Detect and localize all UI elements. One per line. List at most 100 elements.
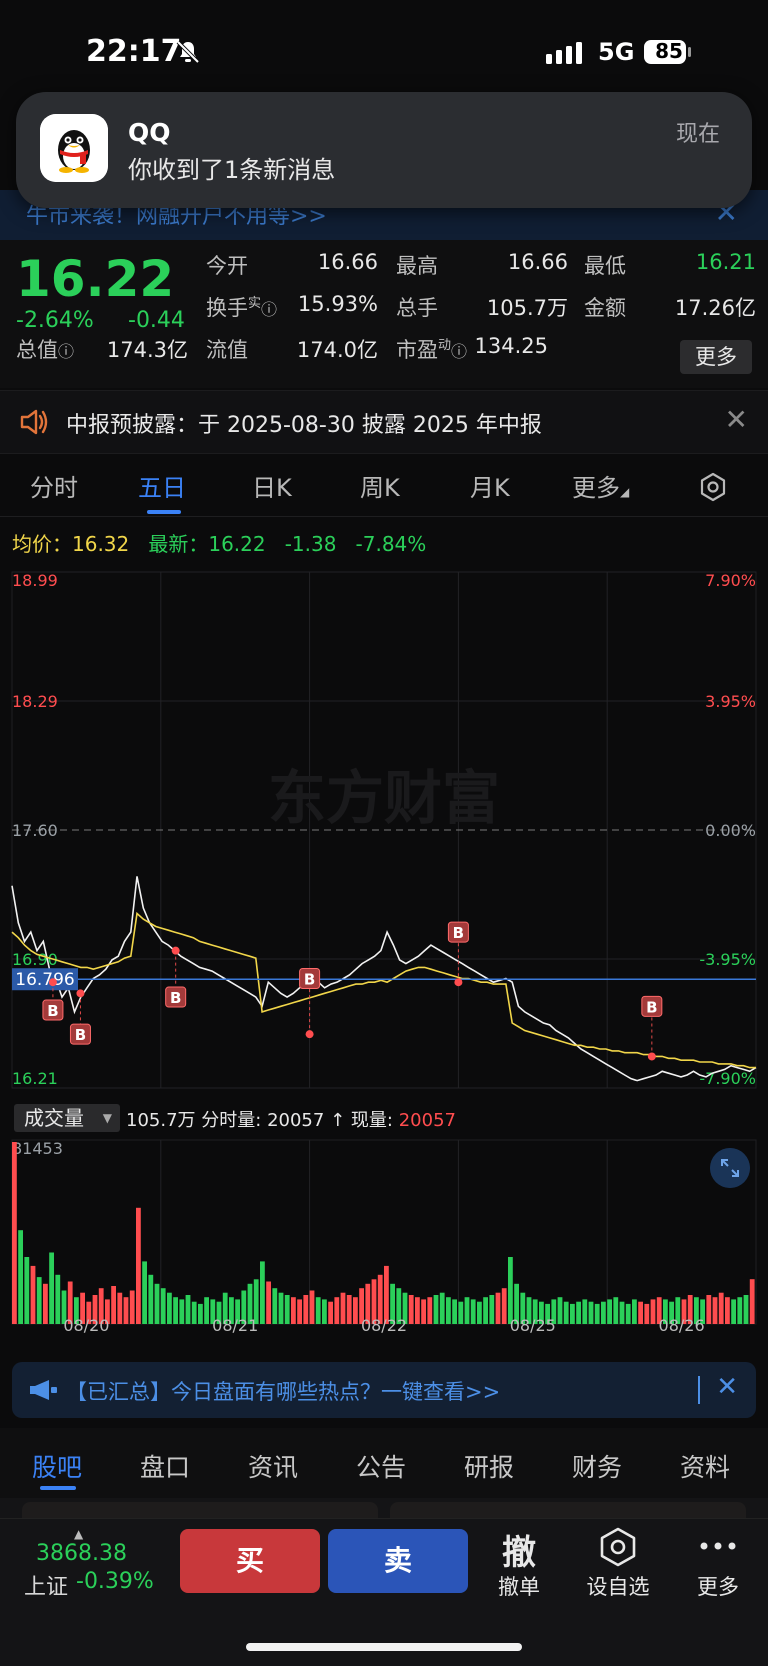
subtab-research[interactable]: 研报 <box>464 1448 514 1484</box>
tab-five-day[interactable]: 五日 <box>138 468 186 503</box>
volume-bar <box>458 1301 464 1324</box>
subtab-order-book[interactable]: 盘口 <box>140 1448 190 1484</box>
volume-bar <box>439 1292 445 1324</box>
volume-bar <box>340 1292 346 1324</box>
volume-bar <box>117 1292 123 1324</box>
subtab-forum[interactable]: 股吧 <box>32 1448 82 1484</box>
x-axis-day-label: 08/22 <box>361 1316 407 1334</box>
x-axis-day-label: 08/25 <box>510 1316 556 1334</box>
volume-bar <box>501 1288 507 1324</box>
trade-marker-dot <box>305 1030 314 1039</box>
speaker-icon <box>20 409 48 435</box>
subtab-financials[interactable]: 财务 <box>572 1448 622 1484</box>
status-time: 22:17 <box>86 34 182 69</box>
volume-bar <box>570 1303 575 1324</box>
announcement-close-icon[interactable]: ✕ <box>725 403 748 436</box>
volume-bar <box>309 1290 315 1324</box>
dropdown-caret-icon: ◢ <box>620 485 630 499</box>
subtab-news[interactable]: 资讯 <box>248 1448 298 1484</box>
more-dots-icon[interactable] <box>698 1539 738 1553</box>
quote-more-button[interactable]: 更多 <box>680 340 752 374</box>
triangle-up-icon: ▲ <box>74 1527 84 1541</box>
amount-label: 金额 <box>584 296 626 320</box>
volume-bar <box>712 1297 718 1324</box>
volume-bar <box>446 1297 451 1324</box>
volume-bar <box>297 1299 302 1324</box>
tab-intraday[interactable]: 分时 <box>30 468 78 503</box>
volume-bar <box>334 1297 340 1324</box>
volume-bar <box>477 1301 482 1324</box>
volume-bar <box>30 1265 36 1324</box>
notification-message: 你收到了1条新消息 <box>128 156 336 184</box>
latest-label: 最新： <box>148 532 209 556</box>
market-cap-value: 174.3亿 <box>106 338 188 362</box>
volume-bar <box>24 1257 30 1324</box>
subtab-announcements[interactable]: 公告 <box>356 1448 406 1484</box>
volume-bar <box>272 1288 278 1324</box>
volume-bar <box>266 1281 271 1324</box>
trade-marker-label: B <box>646 998 657 1016</box>
trade-marker-label: B <box>453 924 464 942</box>
chevron-down-icon: ▼ <box>102 1111 112 1125</box>
content-tabs: 股吧 盘口 资讯 公告 研报 财务 资料 <box>0 1428 768 1498</box>
hotspot-promo[interactable]: 【已汇总】今日盘面有哪些热点？一键查看>> ✕ <box>12 1362 756 1418</box>
five-day-price-chart[interactable]: 东方财富18.99 7.90%18.29 3.95%17.60 0.00%16.90-… <box>0 560 768 1100</box>
tab-monthly-k[interactable]: 月K <box>470 468 510 503</box>
add-watchlist-icon[interactable] <box>598 1527 638 1567</box>
up-arrow-icon: ↑ <box>330 1110 346 1131</box>
volume-bar <box>179 1299 185 1324</box>
volume-bar <box>278 1292 284 1324</box>
cancel-order-icon[interactable]: 撤 <box>495 1525 543 1573</box>
announcement-bar[interactable]: 中报预披露：于 2025-08-30 披露 2025 年中报 ✕ <box>0 390 768 454</box>
volume-bar <box>632 1299 637 1324</box>
volume-bar <box>563 1301 569 1324</box>
latest-price: 16.22 <box>208 532 266 556</box>
y-axis-label-right: 0.00% <box>705 821 756 840</box>
tab-more[interactable]: 更多◢ <box>572 468 629 503</box>
volume-bar <box>315 1297 321 1324</box>
high-value: 16.66 <box>507 250 568 274</box>
volume-bar <box>173 1297 178 1324</box>
index-name[interactable]: 上证 <box>24 1569 68 1601</box>
tab-weekly-k[interactable]: 周K <box>360 468 400 503</box>
tab-daily-k[interactable]: 日K <box>252 468 292 503</box>
subtab-profile[interactable]: 资料 <box>680 1448 730 1484</box>
indicator-select[interactable]: 成交量 ▼ <box>14 1104 120 1132</box>
trade-marker-dot <box>48 978 57 987</box>
expand-icon[interactable] <box>710 1148 750 1188</box>
volume-bar <box>588 1301 594 1324</box>
qq-notification[interactable]: QQ 你收到了1条新消息 现在 <box>16 92 752 208</box>
announcement-text[interactable]: 中报预披露：于 2025-08-30 披露 2025 年中报 <box>66 407 542 439</box>
gear-icon[interactable] <box>698 472 728 502</box>
index-value[interactable]: 3868.38 <box>36 1541 127 1566</box>
home-indicator[interactable] <box>246 1643 522 1651</box>
sell-button[interactable]: 卖 <box>328 1529 468 1593</box>
volume-bar <box>291 1297 296 1324</box>
index-change[interactable]: -0.39% <box>76 1569 154 1594</box>
battery-level: 85 <box>655 39 683 63</box>
trade-marker-dot <box>76 989 85 998</box>
volume-bar <box>483 1297 488 1324</box>
status-bar: 22:17 5G 85 <box>0 0 768 92</box>
promo-text[interactable]: 【已汇总】今日盘面有哪些热点？一键查看>> <box>66 1376 500 1406</box>
add-watchlist-button[interactable]: 设自选 <box>578 1571 658 1601</box>
float-cap-label: 流值 <box>206 338 248 362</box>
volume-chart[interactable]: 81453 08/20 08/21 08/22 08/25 08/26 <box>0 1134 768 1334</box>
tab-more-label: 更多 <box>572 474 620 502</box>
cancel-order-button[interactable]: 撤单 <box>479 1571 559 1601</box>
volume-bar <box>582 1299 588 1324</box>
promo-close-icon[interactable]: ✕ <box>716 1372 738 1402</box>
buy-button[interactable]: 买 <box>180 1529 320 1593</box>
volume-bar <box>185 1295 191 1324</box>
volume-bar <box>148 1274 154 1324</box>
y-axis-label-left: 18.99 <box>12 571 58 590</box>
volume-bar <box>142 1261 147 1324</box>
volume-bar <box>160 1288 166 1324</box>
x-axis-day-label: 08/26 <box>659 1316 705 1334</box>
volume-bar <box>328 1301 333 1324</box>
market-cap-label[interactable]: 总值ⓘ <box>16 334 74 364</box>
volume-bar <box>737 1297 743 1324</box>
avg-value: 16.32 <box>72 532 130 556</box>
network-type: 5G <box>598 38 635 66</box>
more-button[interactable]: 更多 <box>678 1571 758 1601</box>
